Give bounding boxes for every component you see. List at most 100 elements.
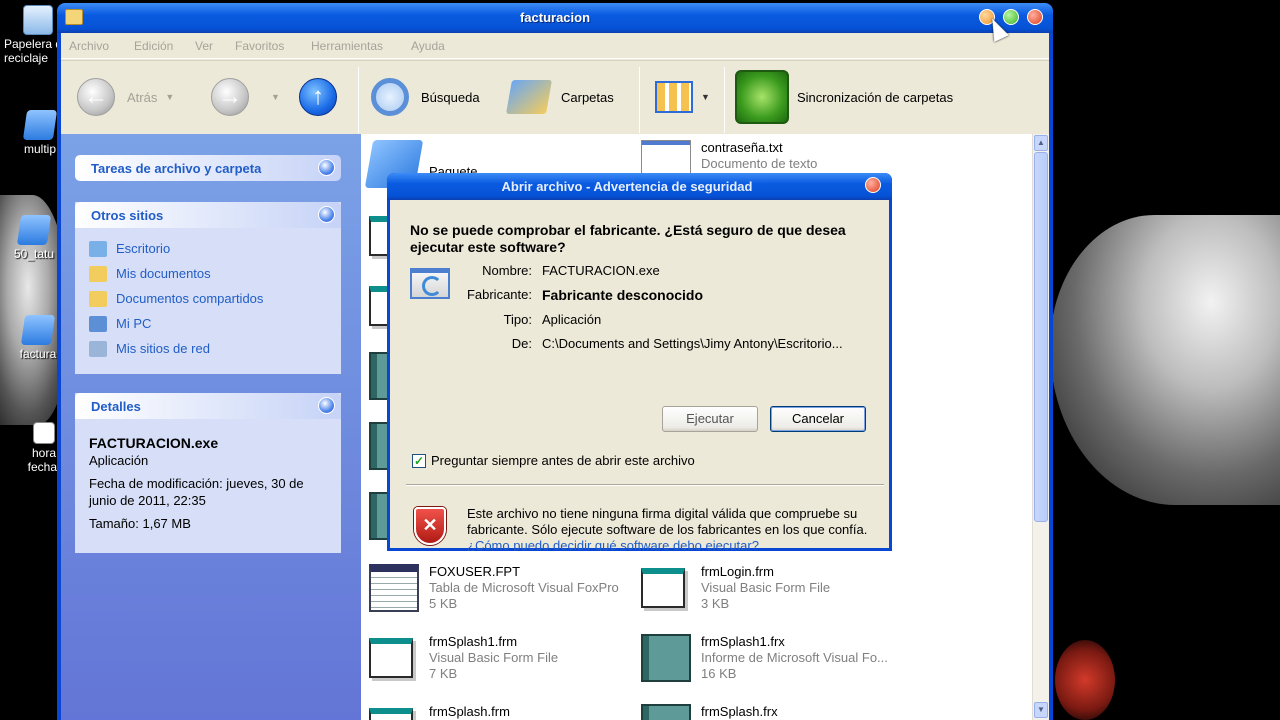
file-icon bbox=[33, 422, 55, 444]
details-filename: FACTURACION.exe bbox=[89, 435, 219, 451]
up-button[interactable]: ↑ bbox=[299, 71, 337, 123]
details-section: Detalles FACTURACION.exe Aplicación Fech… bbox=[75, 393, 341, 553]
link-documentos-compartidos[interactable]: Documentos compartidos bbox=[89, 286, 327, 311]
dialog-close-button[interactable] bbox=[865, 177, 881, 193]
recycle-bin-icon bbox=[23, 5, 53, 35]
chevron-down-icon: ▼ bbox=[701, 92, 710, 102]
window-title: facturacion bbox=[519, 10, 591, 25]
run-button[interactable]: Ejecutar bbox=[662, 406, 758, 432]
cancel-button[interactable]: Cancelar bbox=[770, 406, 866, 432]
collapse-chevron-icon[interactable] bbox=[318, 206, 335, 223]
form-file-icon bbox=[369, 638, 413, 678]
always-ask-checkbox[interactable]: ✓ bbox=[412, 454, 426, 468]
desktop-icon bbox=[89, 240, 107, 257]
name-value: FACTURACION.exe bbox=[542, 263, 660, 278]
menu-ayuda[interactable]: Ayuda bbox=[411, 39, 445, 53]
form-file-icon bbox=[369, 708, 413, 720]
link-mi-pc[interactable]: Mi PC bbox=[89, 311, 327, 336]
dialog-title: Abrir archivo - Advertencia de seguridad bbox=[501, 179, 753, 194]
window-titlebar[interactable]: facturacion bbox=[57, 3, 1053, 33]
file-item-frmsplash-frm[interactable]: frmSplash.frm bbox=[369, 704, 639, 720]
forward-button[interactable]: → ▼ bbox=[211, 71, 280, 123]
dialog-divider bbox=[406, 484, 884, 486]
publisher-label: Fabricante: bbox=[466, 287, 532, 302]
application-icon bbox=[410, 268, 450, 299]
shared-folder-icon bbox=[89, 290, 107, 307]
menu-favoritos[interactable]: Favoritos bbox=[235, 39, 284, 53]
details-type: Aplicación bbox=[89, 453, 149, 468]
file-item-foxuser[interactable]: FOXUSER.FPT Tabla de Microsoft Visual Fox… bbox=[369, 564, 639, 612]
views-button[interactable]: ▼ bbox=[655, 71, 710, 123]
up-arrow-icon: ↑ bbox=[299, 78, 337, 116]
help-link[interactable]: ¿Cómo puedo decidir qué software debo ej… bbox=[467, 538, 759, 551]
form-file-icon bbox=[641, 568, 685, 608]
toolbar-separator bbox=[358, 67, 359, 133]
type-value: Aplicación bbox=[542, 312, 602, 327]
report-file-icon bbox=[641, 634, 691, 682]
back-arrow-icon: ← bbox=[77, 78, 115, 116]
chevron-down-icon: ▼ bbox=[271, 92, 280, 102]
dialog-question: No se puede comprobar el fabricante. ¿Es… bbox=[410, 222, 846, 255]
menu-archivo[interactable]: Archivo bbox=[69, 39, 109, 53]
chevron-down-icon: ▼ bbox=[165, 92, 175, 102]
warning-text: Este archivo no tiene ninguna firma digi… bbox=[467, 506, 868, 551]
maximize-button[interactable] bbox=[1003, 9, 1019, 25]
type-label: Tipo: bbox=[503, 312, 532, 327]
name-label: Nombre: bbox=[482, 263, 532, 278]
other-places-section: Otros sitios Escritorio Mis documentos D… bbox=[75, 202, 341, 374]
search-button[interactable]: Búsqueda bbox=[371, 71, 480, 123]
task-pane: Tareas de archivo y carpeta Otros sitios… bbox=[61, 134, 361, 720]
folder-icon bbox=[16, 215, 52, 245]
search-icon bbox=[371, 78, 409, 116]
always-ask-label[interactable]: Preguntar siempre antes de abrir este ar… bbox=[431, 453, 695, 468]
scroll-down-icon[interactable]: ▼ bbox=[1034, 702, 1048, 718]
menu-ver[interactable]: Ver bbox=[195, 39, 213, 53]
sync-folders-button[interactable]: Sincronización de carpetas bbox=[735, 70, 953, 124]
scroll-up-icon[interactable]: ▲ bbox=[1034, 135, 1048, 151]
link-mis-documentos[interactable]: Mis documentos bbox=[89, 261, 327, 286]
details-modified: Fecha de modificación: jueves, 30 de jun… bbox=[89, 476, 304, 508]
folder-icon bbox=[22, 110, 58, 140]
security-warning-dialog: Abrir archivo - Advertencia de seguridad… bbox=[387, 173, 892, 551]
table-file-icon bbox=[369, 564, 419, 612]
report-file-icon bbox=[641, 704, 691, 720]
menu-herramientas[interactable]: Herramientas bbox=[311, 39, 383, 53]
publisher-value: Fabricante desconocido bbox=[542, 287, 704, 303]
dialog-body: No se puede comprobar el fabricante. ¿Es… bbox=[390, 200, 889, 551]
from-label: De: bbox=[511, 336, 532, 351]
from-value: C:\Documents and Settings\Jimy Antony\Es… bbox=[542, 336, 843, 351]
computer-icon bbox=[89, 315, 107, 332]
folder-icon bbox=[20, 315, 56, 345]
toolbar-separator bbox=[639, 67, 640, 133]
link-escritorio[interactable]: Escritorio bbox=[89, 236, 327, 261]
details-header[interactable]: Detalles bbox=[75, 393, 341, 419]
expand-chevron-icon[interactable] bbox=[318, 159, 335, 176]
tasks-section[interactable]: Tareas de archivo y carpeta bbox=[75, 155, 341, 181]
forward-arrow-icon: → bbox=[211, 78, 249, 116]
folders-icon bbox=[506, 80, 552, 114]
file-item-frmsplash-frx[interactable]: frmSplash.frx bbox=[641, 704, 911, 720]
tasks-section-header[interactable]: Tareas de archivo y carpeta bbox=[75, 155, 341, 181]
link-mis-sitios-de-red[interactable]: Mis sitios de red bbox=[89, 336, 327, 361]
folder-icon bbox=[89, 265, 107, 282]
menu-edicion[interactable]: Edición bbox=[134, 39, 173, 53]
views-icon bbox=[655, 81, 693, 113]
security-shield-icon: ✕ bbox=[414, 507, 446, 545]
vertical-scrollbar[interactable]: ▲ ▼ bbox=[1032, 134, 1049, 720]
other-places-header[interactable]: Otros sitios bbox=[75, 202, 341, 228]
desktop-icon-50-tatu[interactable]: 50_tatu bbox=[4, 215, 64, 261]
close-button[interactable] bbox=[1027, 9, 1043, 25]
file-item-frmsplash1-frm[interactable]: frmSplash1.frm Visual Basic Form File 7 KB bbox=[369, 634, 639, 682]
file-item-frmlogin[interactable]: frmLogin.frm Visual Basic Form File 3 KB bbox=[641, 564, 911, 612]
folders-button[interactable]: Carpetas bbox=[506, 71, 614, 123]
network-icon bbox=[89, 340, 107, 357]
scroll-thumb[interactable] bbox=[1034, 152, 1048, 522]
toolbar-separator bbox=[724, 67, 725, 133]
back-button[interactable]: ← Atrás ▼ bbox=[77, 71, 174, 123]
sync-icon bbox=[735, 70, 789, 124]
dialog-titlebar[interactable]: Abrir archivo - Advertencia de seguridad bbox=[387, 173, 892, 200]
toolbar: ← Atrás ▼ → ▼ ↑ Búsqueda Carpetas ▼ Sinc… bbox=[61, 60, 1049, 134]
collapse-chevron-icon[interactable] bbox=[318, 397, 335, 414]
details-size: Tamaño: 1,67 MB bbox=[89, 516, 191, 531]
file-item-frmsplash1-frx[interactable]: frmSplash1.frx Informe de Microsoft Visua… bbox=[641, 634, 911, 682]
